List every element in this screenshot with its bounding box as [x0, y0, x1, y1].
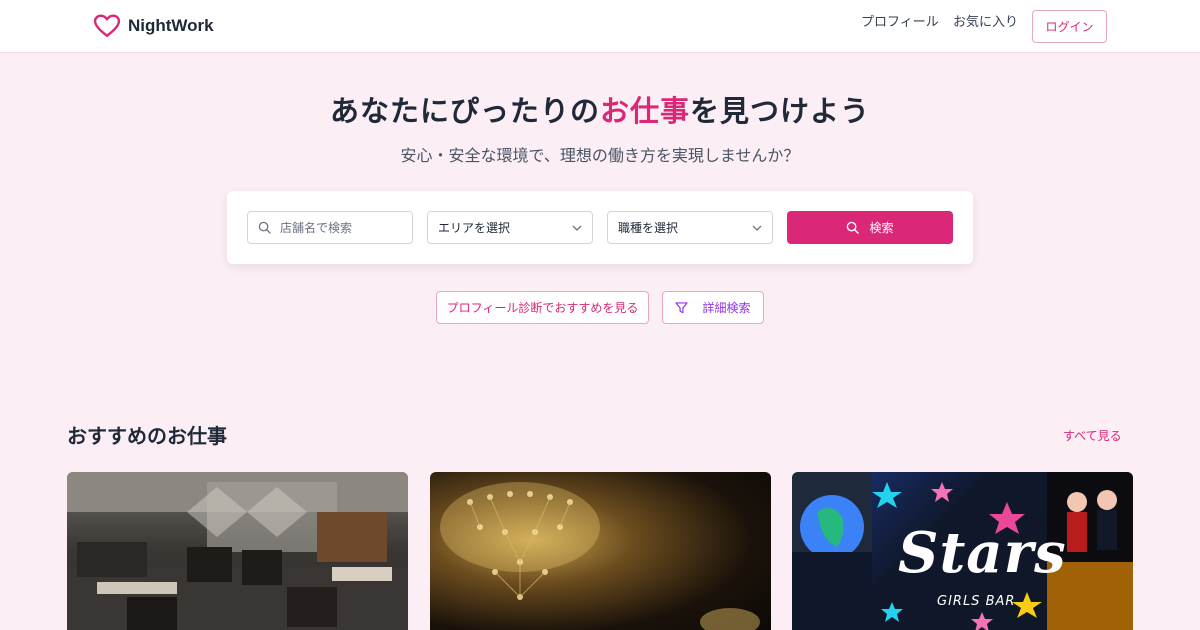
- see-all-link[interactable]: すべて見る: [1063, 427, 1122, 444]
- chandelier-image: [440, 482, 760, 630]
- hero-title-after: を見つけよう: [690, 94, 871, 128]
- job-select-label: 職種を選択: [618, 221, 679, 235]
- advanced-search-label: 詳細検索: [702, 301, 751, 315]
- hero-subtitle: 安心・安全な環境で、理想の働き方を実現しませんか？: [400, 146, 800, 165]
- site-header: NightWork プロフィール お気に入り ログイン: [0, 0, 1200, 53]
- stars-logo-text: Stars: [898, 520, 1067, 586]
- search-button[interactable]: 検索: [787, 211, 953, 244]
- area-select-label: エリアを選択: [438, 221, 511, 235]
- section-title: おすすめのお仕事: [67, 424, 227, 448]
- girls-bar-text: GIRLS BAR: [937, 594, 1016, 609]
- hero-title-before: あなたにぴったりの: [329, 94, 600, 128]
- search-panel: 店舗名で検索 エリアを選択 職種を選択 検索: [227, 191, 973, 264]
- job-select[interactable]: 職種を選択: [607, 211, 773, 244]
- profile-diagnosis-button[interactable]: プロフィール診断でおすすめを見る: [436, 291, 649, 324]
- area-select[interactable]: エリアを選択: [427, 211, 593, 244]
- hero-title-accent: お仕事: [599, 94, 690, 128]
- filter-icon: [675, 301, 689, 313]
- search-placeholder: 店舗名で検索: [280, 221, 353, 235]
- job-card[interactable]: [430, 472, 771, 630]
- heart-icon: [94, 14, 120, 37]
- login-button[interactable]: ログイン: [1032, 10, 1107, 43]
- chevron-down-icon: [752, 225, 762, 231]
- logo[interactable]: NightWork: [94, 14, 214, 38]
- search-icon: [258, 221, 271, 234]
- nav-favorites[interactable]: お気に入り: [953, 11, 1018, 30]
- hero-title: あなたにぴったりのお仕事を見つけよう: [0, 88, 1200, 130]
- job-card[interactable]: Stars GIRLS BAR: [792, 472, 1133, 630]
- logo-text: NightWork: [128, 16, 214, 35]
- advanced-search-button[interactable]: 詳細検索: [662, 291, 764, 324]
- chevron-down-icon: [572, 225, 582, 231]
- search-icon: [847, 221, 860, 234]
- nav-profile[interactable]: プロフィール: [861, 11, 939, 30]
- search-button-label: 検索: [869, 221, 894, 235]
- search-input[interactable]: 店舗名で検索: [247, 211, 413, 244]
- job-card[interactable]: [67, 472, 408, 630]
- lounge-interior-image: [67, 472, 408, 630]
